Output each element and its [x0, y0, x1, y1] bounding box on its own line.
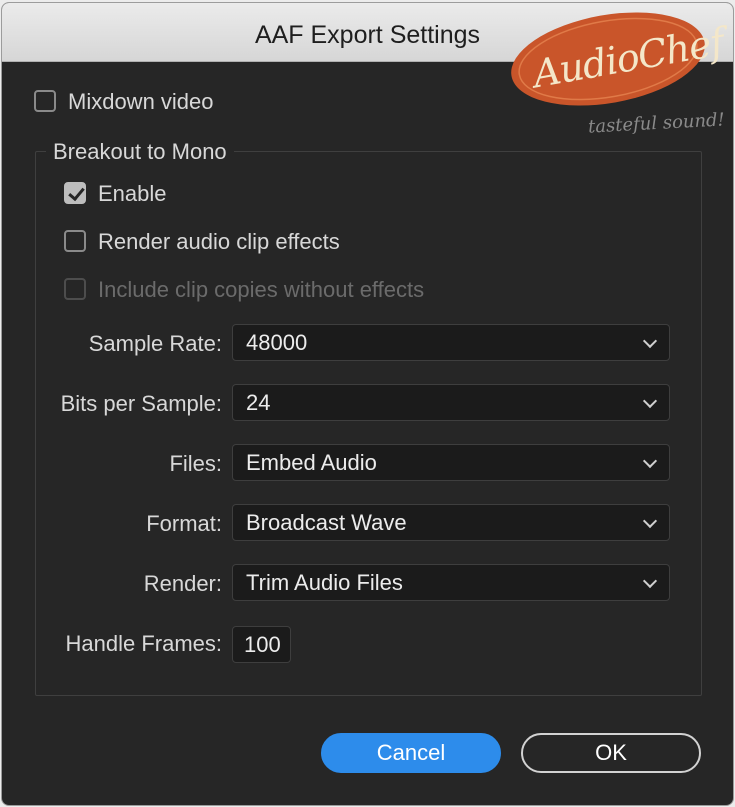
breakout-to-mono-legend: Breakout to Mono	[46, 139, 234, 165]
include-clip-copies-label: Include clip copies without effects	[98, 277, 425, 302]
handle-frames-label: Handle Frames:	[65, 631, 222, 656]
bits-per-sample-value: 24	[246, 390, 271, 415]
render-label: Render:	[143, 571, 222, 596]
format-value: Broadcast Wave	[246, 510, 407, 535]
format-label: Format:	[146, 511, 222, 536]
audiochef-logo: AudioChef tasteful sound!	[502, 3, 727, 143]
format-select[interactable]: Broadcast Wave	[232, 504, 670, 541]
sample-rate-value: 48000	[246, 330, 308, 355]
chevron-down-icon	[642, 573, 658, 589]
render-audio-clip-effects-label[interactable]: Render audio clip effects	[98, 229, 340, 255]
chevron-down-icon	[642, 393, 658, 409]
files-select[interactable]: Embed Audio	[232, 444, 670, 481]
enable-checkbox[interactable]	[64, 182, 86, 204]
render-audio-clip-effects-checkbox[interactable]	[64, 230, 86, 252]
sample-rate-label: Sample Rate:	[88, 331, 222, 356]
aaf-export-settings-dialog: AAF Export Settings AudioChef tasteful s…	[2, 3, 733, 805]
enable-label[interactable]: Enable	[98, 181, 167, 207]
render-select[interactable]: Trim Audio Files	[232, 564, 670, 601]
chevron-down-icon	[642, 453, 658, 469]
bits-per-sample-label: Bits per Sample:	[60, 391, 222, 416]
mixdown-video-label[interactable]: Mixdown video	[68, 89, 214, 115]
include-clip-copies-checkbox	[64, 278, 86, 300]
mixdown-video-checkbox[interactable]	[34, 90, 56, 112]
files-value: Embed Audio	[246, 450, 377, 475]
files-label: Files:	[169, 451, 222, 476]
chevron-down-icon	[642, 333, 658, 349]
chevron-down-icon	[642, 513, 658, 529]
ok-button[interactable]: OK	[521, 733, 701, 773]
sample-rate-select[interactable]: 48000	[232, 324, 670, 361]
bits-per-sample-select[interactable]: 24	[232, 384, 670, 421]
handle-frames-input[interactable]: 100	[232, 626, 291, 663]
checkmark-icon	[68, 183, 85, 202]
cancel-button[interactable]: Cancel	[321, 733, 501, 773]
render-value: Trim Audio Files	[246, 570, 403, 595]
handle-frames-value: 100	[244, 632, 281, 657]
